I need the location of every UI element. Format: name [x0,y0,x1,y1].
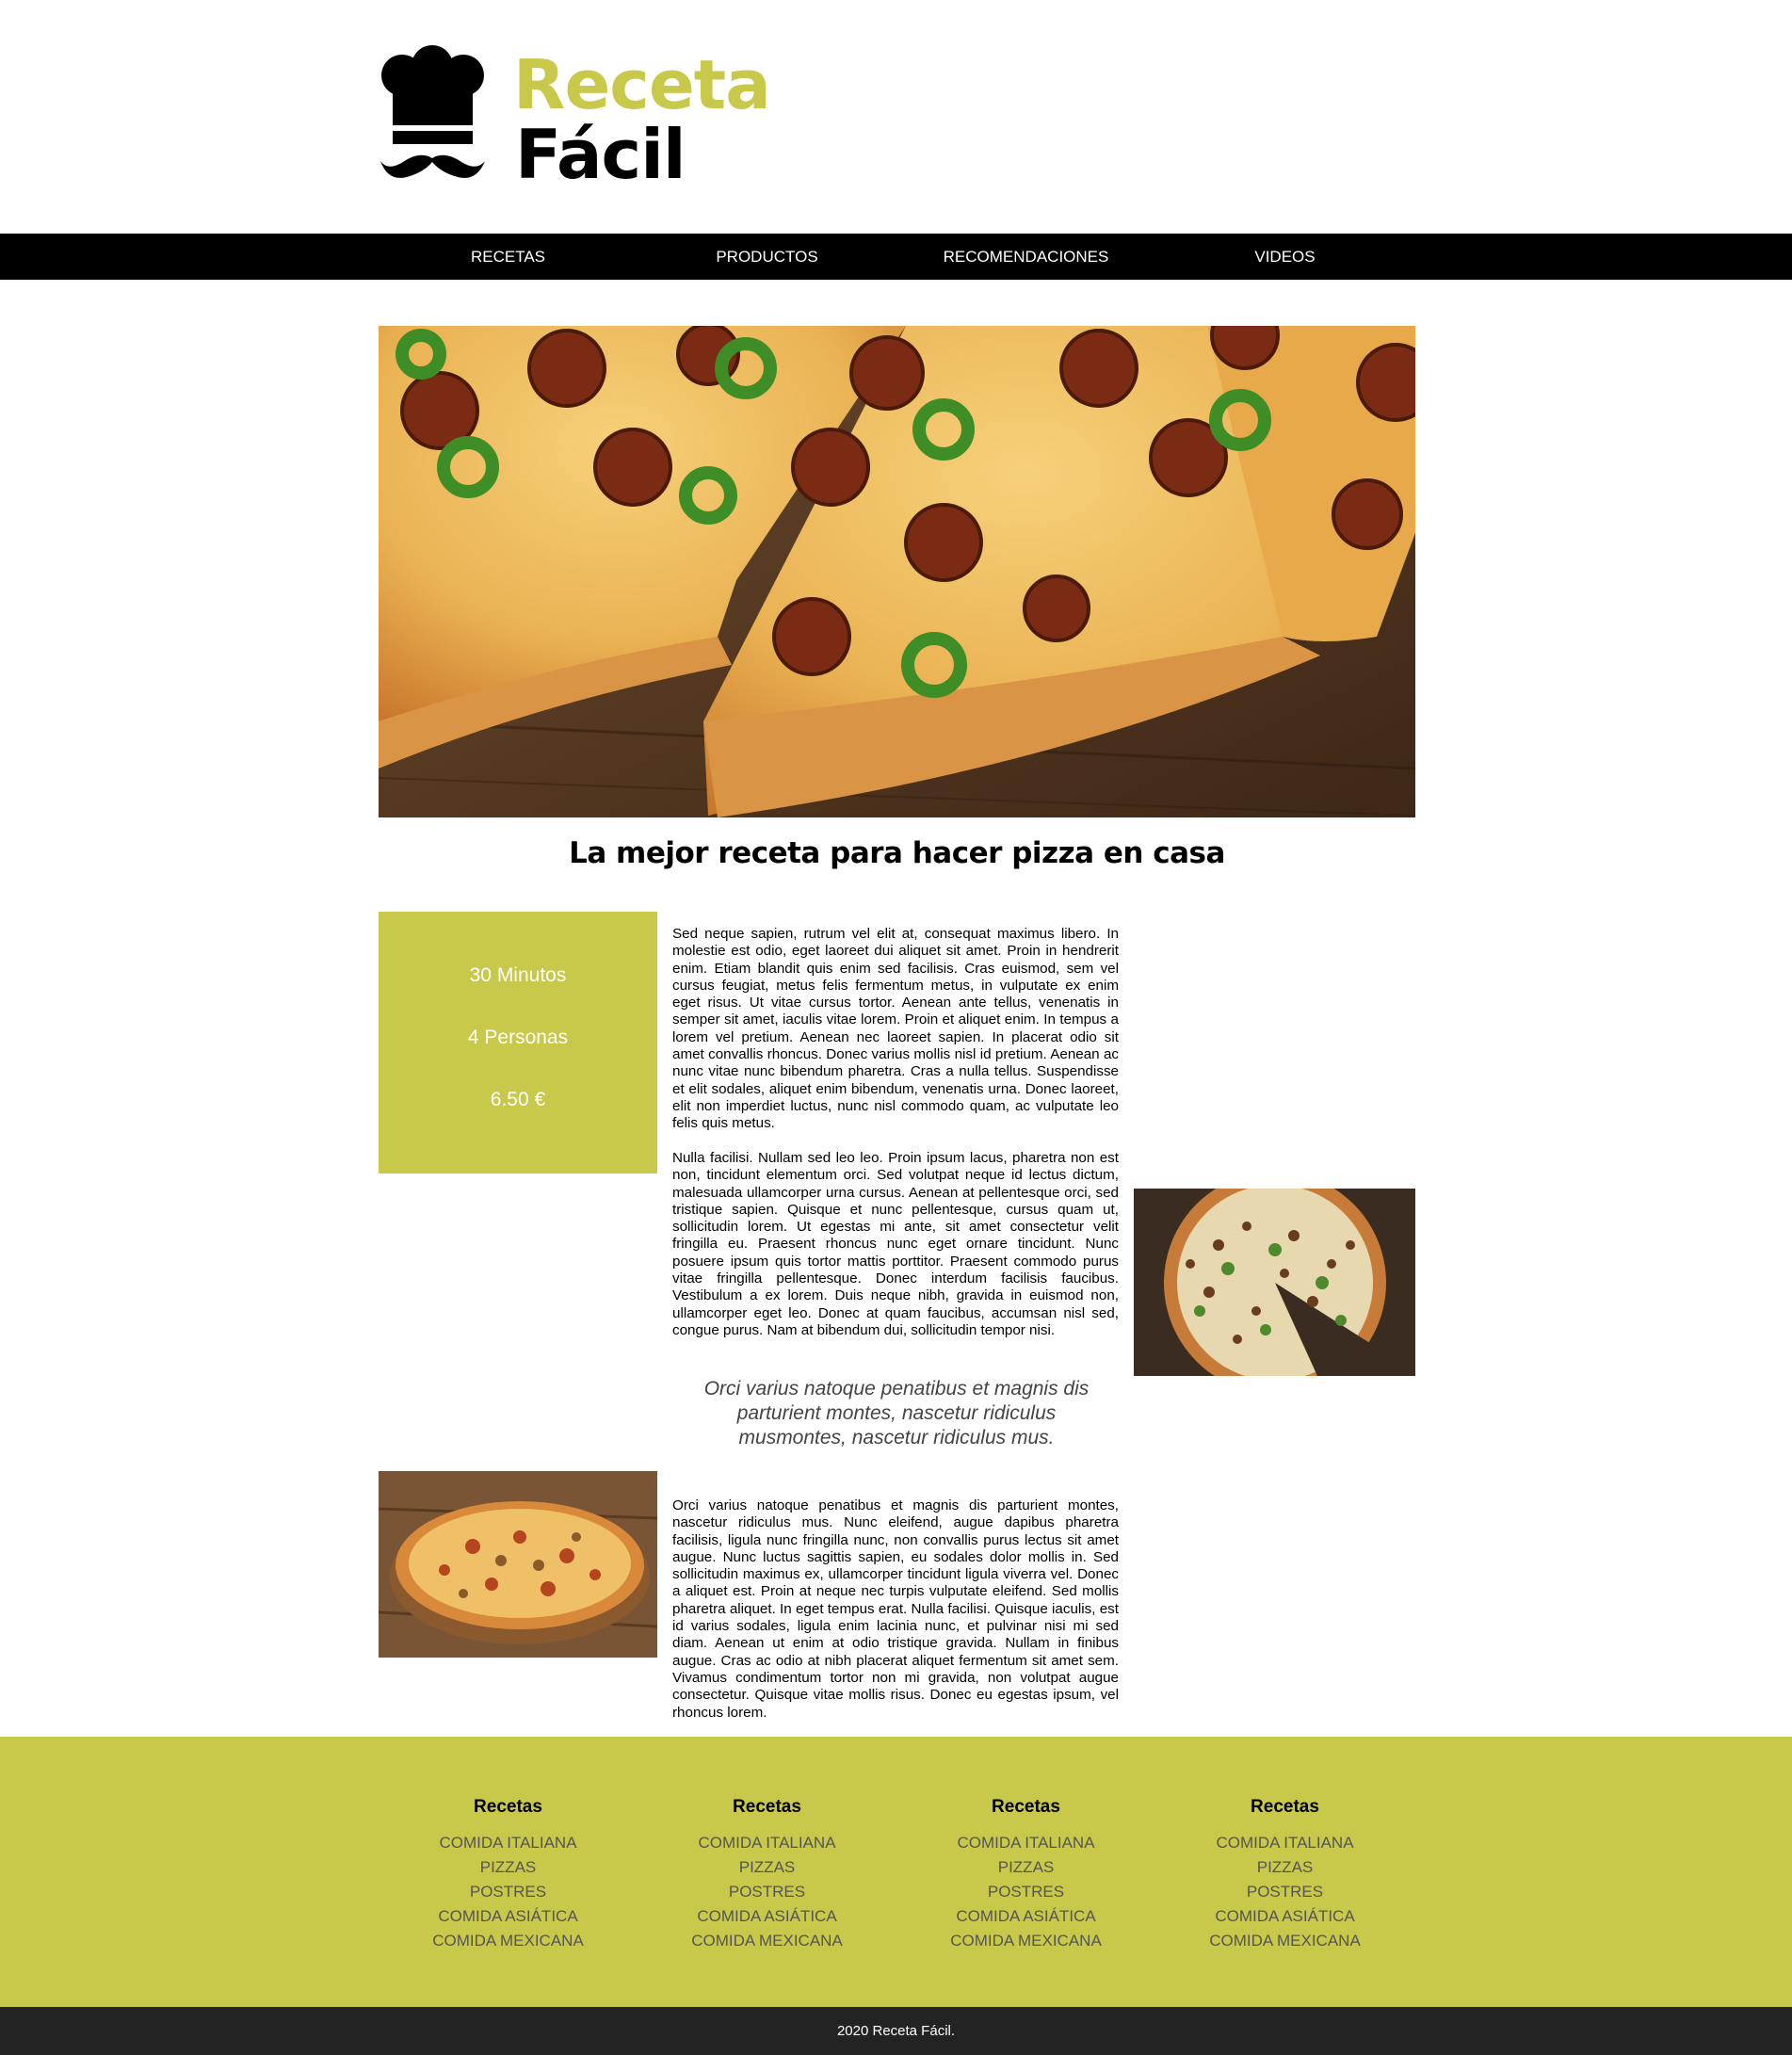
footer-link-pizzas[interactable]: PIZZAS [1155,1855,1414,1880]
chef-hat-icon [380,45,485,178]
main-nav: RECETAS PRODUCTOS RECOMENDACIONES VIDEOS [0,234,1792,280]
site-logo[interactable]: Receta Fácil [379,45,812,194]
footer-link-comida-mexicana[interactable]: COMIDA MEXICANA [379,1929,638,1953]
recipe-time: 30 Minutos [469,964,567,986]
nav-item-videos[interactable]: VIDEOS [1155,234,1414,280]
footer-column: Recetas COMIDA ITALIANA PIZZAS POSTRES C… [638,1797,896,1953]
footer-link-postres[interactable]: POSTRES [638,1880,896,1904]
footer-heading: Recetas [474,1797,542,1817]
page-title: La mejor receta para hacer pizza en casa [569,836,1225,870]
footer-link-comida-mexicana[interactable]: COMIDA MEXICANA [638,1929,896,1953]
brand-name-line2: Fácil [515,115,686,194]
footer-link-comida-mexicana[interactable]: COMIDA MEXICANA [1155,1929,1414,1953]
footer-heading: Recetas [733,1797,801,1817]
pull-quote: Orci varius natoque penatibus et magnis … [703,1378,1090,1448]
footer-link-comida-asiatica[interactable]: COMIDA ASIÁTICA [896,1904,1155,1929]
footer-link-comida-mexicana[interactable]: COMIDA MEXICANA [896,1929,1155,1953]
site-footer: Recetas COMIDA ITALIANA PIZZAS POSTRES C… [0,1737,1792,2007]
nav-item-recomendaciones[interactable]: RECOMENDACIONES [896,234,1155,280]
paragraph-3: Orci varius natoque penatibus et magnis … [672,1497,1119,1721]
recipe-price: 6.50 € [490,1089,546,1110]
nav-item-productos[interactable]: PRODUCTOS [638,234,896,280]
brand-name-line1: Receta [513,45,771,124]
footer-link-comida-asiatica[interactable]: COMIDA ASIÁTICA [379,1904,638,1929]
footer-link-postres[interactable]: POSTRES [379,1880,638,1904]
hero-pizza-image [379,326,1415,817]
footer-heading: Recetas [1251,1797,1319,1817]
recipe-servings: 4 Personas [467,1027,569,1048]
copyright-bar: 2020 Receta Fácil. [0,2007,1792,2055]
pizza-photo-right [1134,1189,1415,1376]
footer-link-postres[interactable]: POSTRES [1155,1880,1414,1904]
footer-column: Recetas COMIDA ITALIANA PIZZAS POSTRES C… [896,1797,1155,1953]
footer-link-comida-asiatica[interactable]: COMIDA ASIÁTICA [1155,1904,1414,1929]
footer-link-pizzas[interactable]: PIZZAS [638,1855,896,1880]
copyright-text: 2020 Receta Fácil. [836,2023,956,2039]
pizza-photo-left [379,1471,657,1658]
paragraph-2: Nulla facilisi. Nullam sed leo leo. Proi… [672,1150,1119,1338]
footer-heading: Recetas [992,1797,1060,1817]
footer-link-postres[interactable]: POSTRES [896,1880,1155,1904]
footer-column: Recetas COMIDA ITALIANA PIZZAS POSTRES C… [1155,1797,1414,1953]
footer-link-comida-italiana[interactable]: COMIDA ITALIANA [1155,1831,1414,1855]
footer-link-comida-italiana[interactable]: COMIDA ITALIANA [896,1831,1155,1855]
footer-link-comida-italiana[interactable]: COMIDA ITALIANA [638,1831,896,1855]
recipe-info-box: 30 Minutos 4 Personas 6.50 € [379,912,657,1173]
footer-link-pizzas[interactable]: PIZZAS [896,1855,1155,1880]
footer-link-comida-italiana[interactable]: COMIDA ITALIANA [379,1831,638,1855]
nav-item-recetas[interactable]: RECETAS [379,234,638,280]
paragraph-1: Sed neque sapien, rutrum vel elit at, co… [672,926,1119,1132]
footer-link-comida-asiatica[interactable]: COMIDA ASIÁTICA [638,1904,896,1929]
footer-column: Recetas COMIDA ITALIANA PIZZAS POSTRES C… [379,1797,638,1953]
footer-link-pizzas[interactable]: PIZZAS [379,1855,638,1880]
